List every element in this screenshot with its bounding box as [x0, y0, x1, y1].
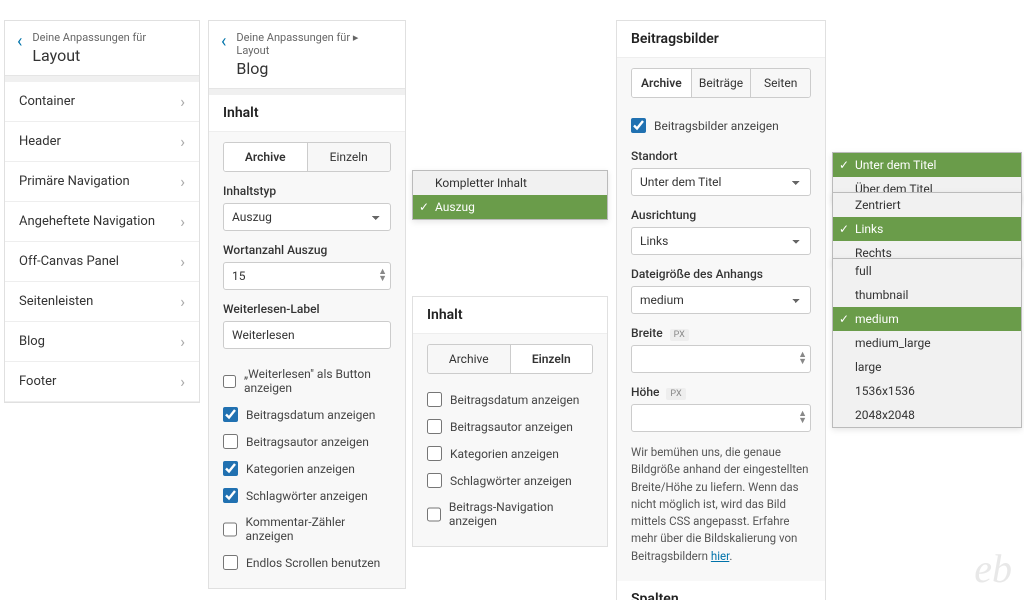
- size-dropdown[interactable]: full thumbnail medium medium_large large…: [832, 258, 1022, 428]
- section-title: Inhalt: [413, 297, 607, 334]
- check-date[interactable]: Beitragsdatum anzeigen: [427, 386, 593, 413]
- content-tabs: Archive Einzeln: [223, 142, 391, 172]
- size-label: Dateigröße des Anhangs: [631, 267, 811, 281]
- width-label: Breite PX: [631, 326, 811, 340]
- page-title: Layout: [32, 46, 146, 65]
- section-item-container[interactable]: Container›: [5, 82, 199, 122]
- breadcrumb: Deine Anpassungen für ▸ Layout: [236, 31, 393, 57]
- section-item-offcanvas[interactable]: Off-Canvas Panel›: [5, 242, 199, 282]
- check-show-images[interactable]: Beitragsbilder anzeigen: [631, 112, 811, 139]
- check-infinite-scroll[interactable]: Endlos Scrollen benutzen: [223, 549, 391, 576]
- chevron-right-icon: ›: [180, 292, 185, 311]
- align-select[interactable]: Links: [631, 227, 811, 255]
- stepper-icon[interactable]: ▲▼: [378, 269, 387, 283]
- section-title: Beitragsbilder: [617, 21, 825, 58]
- option-full[interactable]: full: [833, 259, 1021, 283]
- section-item-sidebars[interactable]: Seitenleisten›: [5, 282, 199, 322]
- panel-blog-archive: ‹ Deine Anpassungen für ▸ Layout Blog In…: [208, 20, 406, 589]
- tab-pages[interactable]: Seiten: [750, 69, 810, 97]
- check-categories[interactable]: Kategorien anzeigen: [427, 440, 593, 467]
- option-2048[interactable]: 2048x2048: [833, 403, 1021, 427]
- option-left[interactable]: Links: [833, 217, 1021, 241]
- back-icon[interactable]: ‹: [221, 31, 226, 51]
- panel-featured-images: Beitragsbilder Archive Beiträge Seiten B…: [616, 20, 826, 600]
- featured-tabs: Archive Beiträge Seiten: [631, 68, 811, 98]
- tab-archive[interactable]: Archive: [224, 143, 307, 171]
- tab-archive[interactable]: Archive: [428, 345, 510, 373]
- columns-section-title: Spalten: [617, 581, 825, 600]
- check-categories[interactable]: Kategorien anzeigen: [223, 455, 391, 482]
- tab-archive[interactable]: Archive: [632, 69, 691, 97]
- chevron-right-icon: ›: [180, 212, 185, 231]
- content-type-label: Inhaltstyp: [223, 184, 391, 198]
- panel-body: Inhalt Archive Einzeln Inhaltstyp Auszug…: [209, 95, 405, 588]
- layout-section-list: Container› Header› Primäre Navigation› A…: [5, 82, 199, 402]
- check-tags[interactable]: Schlagwörter anzeigen: [427, 467, 593, 494]
- check-post-nav[interactable]: Beitrags-Navigation anzeigen: [427, 494, 593, 534]
- back-icon[interactable]: ‹: [17, 31, 22, 51]
- panel-blog-single: Inhalt Archive Einzeln Beitragsdatum anz…: [412, 296, 608, 547]
- watermark-logo: eb: [974, 545, 1012, 592]
- check-date[interactable]: Beitragsdatum anzeigen: [223, 401, 391, 428]
- chevron-right-icon: ›: [180, 332, 185, 351]
- breadcrumb: Deine Anpassungen für: [32, 31, 146, 44]
- content-tabs: Archive Einzeln: [427, 344, 593, 374]
- align-dropdown[interactable]: Zentriert Links Rechts: [832, 192, 1022, 266]
- location-label: Standort: [631, 149, 811, 163]
- height-input[interactable]: [631, 404, 811, 432]
- check-author[interactable]: Beitragsautor anzeigen: [427, 413, 593, 440]
- content-type-dropdown[interactable]: Kompletter Inhalt Auszug: [412, 170, 608, 220]
- check-comments[interactable]: Kommentar-Zähler anzeigen: [223, 509, 391, 549]
- stepper-icon[interactable]: ▲▼: [798, 352, 807, 366]
- section-item-footer[interactable]: Footer›: [5, 362, 199, 402]
- panel-layout: ‹ Deine Anpassungen für Layout Container…: [4, 20, 200, 403]
- check-author[interactable]: Beitragsautor anzeigen: [223, 428, 391, 455]
- check-readmore-button[interactable]: „Weiterlesen" als Button anzeigen: [223, 361, 391, 401]
- check-tags[interactable]: Schlagwörter anzeigen: [223, 482, 391, 509]
- tab-posts[interactable]: Beiträge: [691, 69, 751, 97]
- option-center[interactable]: Zentriert: [833, 193, 1021, 217]
- option-medium[interactable]: medium: [833, 307, 1021, 331]
- chevron-right-icon: ›: [180, 172, 185, 191]
- readmore-input[interactable]: [223, 321, 391, 349]
- location-select[interactable]: Unter dem Titel: [631, 168, 811, 196]
- option-full-content[interactable]: Kompletter Inhalt: [413, 171, 607, 195]
- align-label: Ausrichtung: [631, 208, 811, 222]
- option-large[interactable]: large: [833, 355, 1021, 379]
- stepper-icon[interactable]: ▲▼: [798, 411, 807, 425]
- content-type-select[interactable]: Auszug: [223, 203, 391, 231]
- section-item-primary-nav[interactable]: Primäre Navigation›: [5, 162, 199, 202]
- panel-body: Beitragsbilder Archive Beiträge Seiten B…: [617, 21, 825, 600]
- page-title: Blog: [236, 59, 393, 78]
- help-link[interactable]: hier: [711, 549, 729, 563]
- section-title: Inhalt: [209, 95, 405, 132]
- option-below-title[interactable]: Unter dem Titel: [833, 153, 1021, 177]
- chevron-right-icon: ›: [180, 372, 185, 391]
- width-input[interactable]: [631, 345, 811, 373]
- option-medium-large[interactable]: medium_large: [833, 331, 1021, 355]
- panel-body: Inhalt Archive Einzeln Beitragsdatum anz…: [413, 297, 607, 546]
- chevron-right-icon: ›: [180, 132, 185, 151]
- tab-single[interactable]: Einzeln: [510, 345, 593, 373]
- section-item-blog[interactable]: Blog›: [5, 322, 199, 362]
- chevron-right-icon: ›: [180, 92, 185, 111]
- option-excerpt[interactable]: Auszug: [413, 195, 607, 219]
- section-item-header[interactable]: Header›: [5, 122, 199, 162]
- height-label: Höhe PX: [631, 385, 811, 399]
- size-select[interactable]: medium: [631, 286, 811, 314]
- option-1536[interactable]: 1536x1536: [833, 379, 1021, 403]
- readmore-label: Weiterlesen-Label: [223, 302, 391, 316]
- chevron-right-icon: ›: [180, 252, 185, 271]
- wordcount-input[interactable]: [223, 262, 391, 290]
- option-thumbnail[interactable]: thumbnail: [833, 283, 1021, 307]
- section-item-sticky-nav[interactable]: Angeheftete Navigation›: [5, 202, 199, 242]
- tab-single[interactable]: Einzeln: [307, 143, 391, 171]
- wordcount-label: Wortanzahl Auszug: [223, 243, 391, 257]
- help-text: Wir bemühen uns, die genaue Bildgröße an…: [631, 444, 811, 565]
- panel-header: ‹ Deine Anpassungen für Layout: [5, 21, 199, 76]
- panel-header: ‹ Deine Anpassungen für ▸ Layout Blog: [209, 21, 405, 89]
